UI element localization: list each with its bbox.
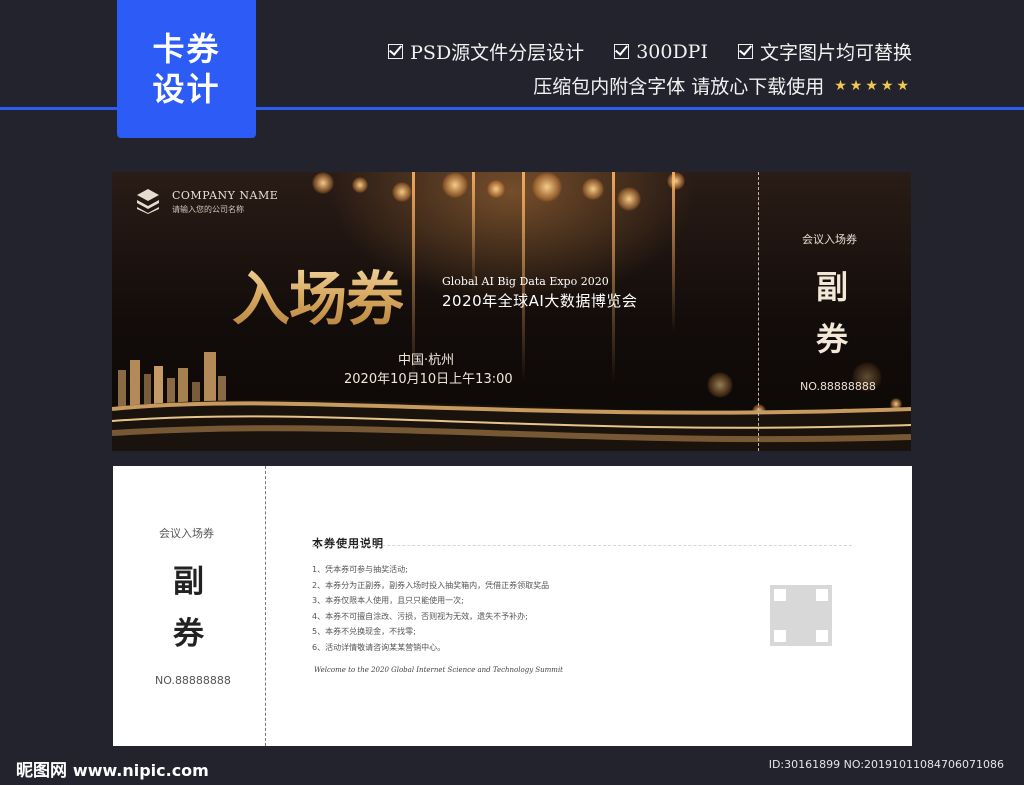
checkbox-icon: [388, 44, 404, 59]
rating-stars: ★★★★★: [834, 77, 912, 94]
event-datetime: 2020年10月10日上午13:00: [344, 372, 513, 387]
company-subtitle: 请输入您的公司名称: [172, 205, 244, 214]
ticket-title: 入场券: [232, 252, 404, 336]
checkbox-icon: [737, 44, 753, 59]
feature-label: 文字图片均可替换: [759, 42, 912, 64]
gold-wave-graphic: [112, 400, 911, 451]
stub-char: 副: [173, 564, 204, 600]
event-location: 中国·杭州: [398, 353, 455, 368]
stub-char: 副: [816, 268, 849, 306]
light-beam: [472, 172, 475, 292]
qr-code-placeholder: [770, 585, 832, 646]
stub-label: 会议入场券: [159, 527, 214, 540]
rule-item: 6、活动详情敬请咨询某某营销中心。: [312, 642, 446, 652]
expo-name-en: Global AI Big Data Expo 2020: [442, 275, 609, 288]
bokeh-light: [352, 177, 368, 193]
expo-name-cn: 2020年全球AI大数据博览会: [442, 292, 638, 310]
feature-item: 文字图片均可替换: [737, 38, 912, 65]
welcome-text: Welcome to the 2020 Global Internet Scie…: [314, 666, 563, 674]
rules-title: 本券使用说明: [312, 537, 384, 550]
bokeh-light: [487, 180, 505, 198]
bokeh-light: [532, 172, 562, 202]
bokeh-light: [617, 187, 641, 211]
category-badge: 卡券 设计: [117, 0, 256, 138]
stub-number: NO.88888888: [155, 674, 231, 687]
bokeh-light: [442, 172, 468, 198]
light-beam: [672, 172, 675, 332]
ticket-back: 会议入场券 副 券 NO.88888888 本券使用说明 1、凭本券可参与抽奖活…: [113, 466, 912, 746]
watermark-brand: 昵图网: [16, 761, 67, 781]
watermark-url: www.nipic.com: [72, 761, 209, 780]
bokeh-light: [582, 178, 604, 200]
bokeh-light: [312, 172, 334, 194]
rules-list: 1、凭本券可参与抽奖活动; 2、本券分为正副券，副券入场时投入抽奖箱内，凭借正券…: [312, 562, 549, 656]
download-note: 压缩包内附含字体 请放心下载使用 ★★★★★: [533, 72, 912, 99]
tear-line: [265, 466, 266, 746]
stub-label: 会议入场券: [802, 233, 857, 246]
feature-list: PSD源文件分层设计 300DPI 文字图片均可替换: [388, 38, 912, 65]
rule-item: 1、凭本券可参与抽奖活动;: [312, 565, 408, 574]
ticket-front: COMPANY NAME 请输入您的公司名称 入场券 Global AI Big…: [112, 172, 911, 451]
stub-number: NO.88888888: [800, 380, 876, 393]
rule-item: 3、本券仅限本人使用，且只只能使用一次;: [312, 596, 464, 606]
rule-item: 4、本券不可擅自涂改、污损，否则视为无效，遗失不予补办;: [312, 611, 528, 621]
download-note-text: 压缩包内附含字体 请放心下载使用: [533, 76, 825, 98]
image-id-text: ID:30161899 NO:20191011084706071086: [768, 758, 1004, 771]
rules-divider: [312, 545, 852, 546]
checkbox-icon: [614, 44, 630, 59]
badge-line-2: 设计: [152, 70, 221, 108]
site-watermark: 昵图网 www.nipic.com: [16, 756, 209, 781]
company-logo-icon: [137, 189, 159, 214]
bokeh-light: [392, 182, 412, 202]
light-beam: [612, 172, 615, 382]
stub-char: 券: [816, 320, 849, 358]
feature-label: PSD源文件分层设计: [410, 42, 585, 64]
bokeh-light: [667, 172, 685, 190]
feature-label: 300DPI: [636, 40, 708, 63]
stub-char: 券: [173, 616, 204, 652]
company-name: COMPANY NAME: [172, 189, 279, 202]
rule-item: 5、本券不兑换现金，不找零;: [312, 627, 416, 637]
feature-item: 300DPI: [614, 38, 708, 65]
feature-item: PSD源文件分层设计: [388, 38, 584, 65]
badge-line-1: 卡券: [152, 30, 221, 68]
rule-item: 2、本券分为正副券，副券入场时投入抽奖箱内，凭借正券领取奖品: [312, 580, 550, 590]
tear-line: [758, 172, 759, 451]
